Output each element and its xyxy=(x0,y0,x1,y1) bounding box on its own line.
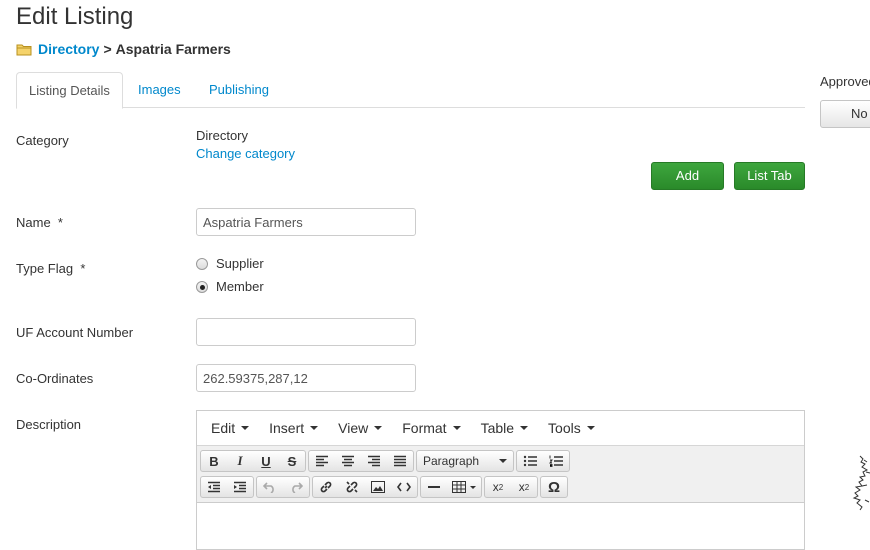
chevron-down-icon xyxy=(452,426,461,430)
description-label: Description xyxy=(16,417,82,432)
menu-format[interactable]: Format xyxy=(392,420,470,436)
type-flag-option-member[interactable]: Member xyxy=(196,279,264,294)
type-flag-label: Type Flag * xyxy=(16,261,85,276)
bullet-list-icon[interactable] xyxy=(517,451,543,471)
menu-tools[interactable]: Tools xyxy=(538,420,605,436)
name-label-text: Name xyxy=(16,215,51,230)
align-center-icon[interactable] xyxy=(335,451,361,471)
uf-account-input[interactable] xyxy=(196,318,416,346)
subscript-icon[interactable]: x2 xyxy=(485,477,511,497)
bold-icon[interactable]: B xyxy=(201,451,227,471)
map-sketch-image xyxy=(846,452,870,525)
menu-edit[interactable]: Edit xyxy=(201,420,259,436)
table-icon[interactable] xyxy=(447,477,481,497)
tab-bar: Listing Details Images Publishing xyxy=(16,72,805,109)
uf-account-label: UF Account Number xyxy=(16,325,134,340)
tab-publishing[interactable]: Publishing xyxy=(197,72,281,108)
menu-view[interactable]: View xyxy=(328,420,392,436)
link-icon[interactable] xyxy=(313,477,339,497)
chevron-down-icon xyxy=(499,459,507,463)
change-category-link[interactable]: Change category xyxy=(196,146,295,161)
numbered-list-icon[interactable] xyxy=(543,451,569,471)
align-right-icon[interactable] xyxy=(361,451,387,471)
editor-toolbar: B I U S Paragraph x 2 x 2 Ω xyxy=(197,446,804,503)
special-character-icon[interactable]: Ω xyxy=(541,477,567,497)
underline-icon[interactable]: U xyxy=(253,451,279,471)
chevron-down-icon xyxy=(520,426,529,430)
type-flag-option-supplier[interactable]: Supplier xyxy=(196,256,264,271)
name-label: Name * xyxy=(16,215,63,230)
page-title: Edit Listing xyxy=(16,3,134,30)
editor-content-area[interactable] xyxy=(197,503,804,543)
approved-toggle-no-button[interactable]: No xyxy=(820,100,870,128)
radio-supplier[interactable] xyxy=(196,257,208,270)
required-mark: * xyxy=(80,261,86,276)
category-value: Directory xyxy=(196,128,249,143)
radio-member[interactable] xyxy=(196,280,208,293)
radio-supplier-label: Supplier xyxy=(216,256,264,271)
radio-member-label: Member xyxy=(216,279,264,294)
italic-icon[interactable]: I xyxy=(227,451,253,471)
tab-listing-details[interactable]: Listing Details xyxy=(16,72,123,109)
breadcrumb: Directory > Aspatria Farmers xyxy=(16,41,231,57)
type-flag-label-text: Type Flag xyxy=(16,261,74,276)
breadcrumb-separator: > xyxy=(103,41,112,57)
align-justify-icon[interactable] xyxy=(387,451,413,471)
redo-icon[interactable] xyxy=(283,477,309,497)
required-mark: * xyxy=(57,215,63,230)
name-input[interactable] xyxy=(196,208,416,236)
editor-menubar: Edit Insert View Format Table Tools xyxy=(197,411,804,446)
code-icon[interactable] xyxy=(391,477,417,497)
horizontal-rule-icon[interactable] xyxy=(421,477,447,497)
outdent-icon[interactable] xyxy=(201,477,227,497)
description-editor: Edit Insert View Format Table Tools B I … xyxy=(196,410,805,550)
list-tab-button[interactable]: List Tab xyxy=(734,162,805,190)
undo-icon[interactable] xyxy=(257,477,283,497)
format-select[interactable]: Paragraph xyxy=(417,451,513,471)
category-label: Category xyxy=(16,133,69,148)
strikethrough-icon[interactable]: S xyxy=(279,451,305,471)
image-icon[interactable] xyxy=(365,477,391,497)
menu-insert[interactable]: Insert xyxy=(259,420,328,436)
breadcrumb-directory-link[interactable]: Directory xyxy=(38,41,99,57)
menu-table[interactable]: Table xyxy=(471,420,538,436)
chevron-down-icon xyxy=(374,426,383,430)
superscript-icon[interactable]: x2 xyxy=(511,477,537,497)
coordinates-label: Co-Ordinates xyxy=(16,371,94,386)
unlink-icon[interactable] xyxy=(339,477,365,497)
chevron-down-icon xyxy=(310,426,319,430)
align-left-icon[interactable] xyxy=(309,451,335,471)
approved-label: Approved xyxy=(820,74,870,89)
indent-icon[interactable] xyxy=(227,477,253,497)
add-tab-button[interactable]: Add Tab xyxy=(651,162,724,209)
tab-images[interactable]: Images xyxy=(126,72,193,108)
chevron-down-icon xyxy=(241,426,250,430)
chevron-down-icon xyxy=(586,426,595,430)
coordinates-input[interactable] xyxy=(196,364,416,392)
folder-icon xyxy=(16,43,32,56)
breadcrumb-current: Aspatria Farmers xyxy=(115,41,231,57)
